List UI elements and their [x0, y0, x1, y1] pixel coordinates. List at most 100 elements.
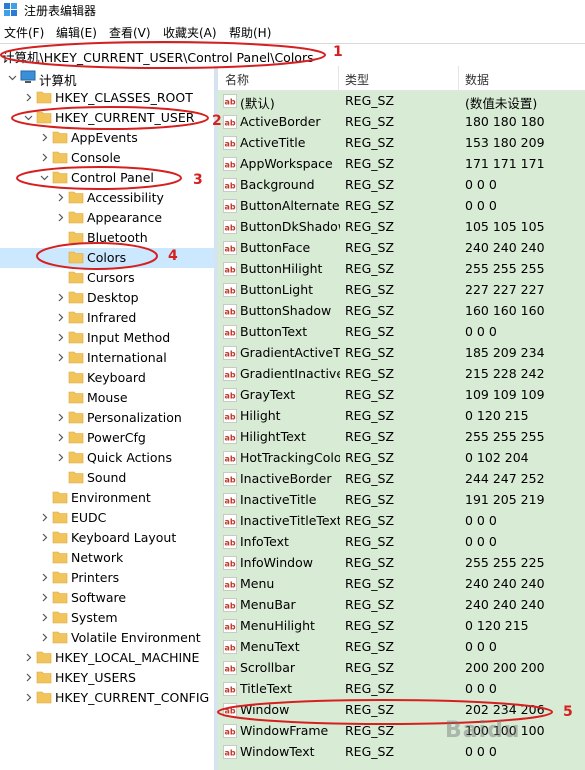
- tree-item[interactable]: HKEY_USERS: [0, 668, 214, 688]
- value-row[interactable]: ab MenuBar REG_SZ 240 240 240: [218, 595, 585, 616]
- value-row[interactable]: ab ButtonText REG_SZ 0 0 0: [218, 322, 585, 343]
- value-row[interactable]: ab InfoText REG_SZ 0 0 0: [218, 532, 585, 553]
- value-row[interactable]: ab InactiveBorder REG_SZ 244 247 252: [218, 469, 585, 490]
- tree-item[interactable]: Printers: [0, 568, 214, 588]
- value-row[interactable]: ab ButtonDkShadow REG_SZ 105 105 105: [218, 217, 585, 238]
- value-row[interactable]: ab Hilight REG_SZ 0 120 215: [218, 406, 585, 427]
- tree-item[interactable]: EUDC: [0, 508, 214, 528]
- tree-item[interactable]: Sound: [0, 468, 214, 488]
- chevron-right-icon[interactable]: [40, 633, 49, 642]
- tree-item[interactable]: Mouse: [0, 388, 214, 408]
- value-row[interactable]: ab InfoWindow REG_SZ 255 255 225: [218, 553, 585, 574]
- tree-item[interactable]: Colors: [0, 248, 214, 268]
- chevron-right-icon[interactable]: [40, 593, 49, 602]
- tree-item[interactable]: Infrared: [0, 308, 214, 328]
- key-tree[interactable]: 计算机 HKEY_CLASSES_ROOT HKEY_CURRENT_USER App…: [0, 66, 214, 770]
- tree-item[interactable]: AppEvents: [0, 128, 214, 148]
- chevron-right-icon[interactable]: [56, 293, 65, 302]
- value-row[interactable]: ab ButtonLight REG_SZ 227 227 227: [218, 280, 585, 301]
- value-row[interactable]: ab ButtonShadow REG_SZ 160 160 160: [218, 301, 585, 322]
- chevron-right-icon[interactable]: [56, 353, 65, 362]
- column-data[interactable]: 数据: [465, 71, 489, 88]
- address-bar[interactable]: 计算机\HKEY_CURRENT_USER\Control Panel\Colo…: [0, 43, 585, 67]
- value-row[interactable]: ab GradientInactiveTitle REG_SZ 215 228 242: [218, 364, 585, 385]
- value-row[interactable]: ab GradientActiveTitle REG_SZ 185 209 234: [218, 343, 585, 364]
- column-divider[interactable]: [458, 66, 459, 90]
- chevron-right-icon[interactable]: [40, 573, 49, 582]
- tree-item[interactable]: Personalization: [0, 408, 214, 428]
- tree-item[interactable]: 计算机: [0, 68, 214, 88]
- tree-item[interactable]: Environment: [0, 488, 214, 508]
- tree-item[interactable]: Input Method: [0, 328, 214, 348]
- value-row[interactable]: ab WindowFrame REG_SZ 100 100 100: [218, 721, 585, 742]
- chevron-right-icon[interactable]: [24, 653, 33, 662]
- menu-help[interactable]: 帮助(H): [229, 24, 271, 41]
- value-row[interactable]: ab ButtonFace REG_SZ 240 240 240: [218, 238, 585, 259]
- value-row[interactable]: ab Scrollbar REG_SZ 200 200 200: [218, 658, 585, 679]
- chevron-right-icon[interactable]: [24, 673, 33, 682]
- value-row[interactable]: ab TitleText REG_SZ 0 0 0: [218, 679, 585, 700]
- tree-item[interactable]: Keyboard: [0, 368, 214, 388]
- tree-item[interactable]: Appearance: [0, 208, 214, 228]
- tree-item[interactable]: Console: [0, 148, 214, 168]
- chevron-down-icon[interactable]: [8, 73, 17, 82]
- tree-item[interactable]: Accessibility: [0, 188, 214, 208]
- column-name[interactable]: 名称: [225, 71, 249, 88]
- menu-favorites[interactable]: 收藏夹(A): [163, 24, 217, 41]
- chevron-right-icon[interactable]: [24, 693, 33, 702]
- tree-item[interactable]: Quick Actions: [0, 448, 214, 468]
- chevron-right-icon[interactable]: [56, 433, 65, 442]
- chevron-right-icon[interactable]: [40, 533, 49, 542]
- tree-item[interactable]: Bluetooth: [0, 228, 214, 248]
- chevron-right-icon[interactable]: [40, 513, 49, 522]
- chevron-right-icon[interactable]: [56, 213, 65, 222]
- chevron-right-icon[interactable]: [56, 413, 65, 422]
- menu-view[interactable]: 查看(V): [109, 24, 151, 41]
- value-row[interactable]: ab MenuText REG_SZ 0 0 0: [218, 637, 585, 658]
- menu-file[interactable]: 文件(F): [4, 24, 44, 41]
- tree-item[interactable]: System: [0, 608, 214, 628]
- tree-item[interactable]: Software: [0, 588, 214, 608]
- column-type[interactable]: 类型: [345, 71, 369, 88]
- values-pane[interactable]: 名称 类型 数据 ab (默认) REG_SZ (数值未设置) ab ActiveBord…: [218, 66, 585, 770]
- tree-item[interactable]: Keyboard Layout: [0, 528, 214, 548]
- tree-item[interactable]: International: [0, 348, 214, 368]
- value-row[interactable]: ab GrayText REG_SZ 109 109 109: [218, 385, 585, 406]
- chevron-right-icon[interactable]: [56, 333, 65, 342]
- chevron-right-icon[interactable]: [40, 133, 49, 142]
- value-row[interactable]: ab ActiveBorder REG_SZ 180 180 180: [218, 112, 585, 133]
- value-row[interactable]: ab Background REG_SZ 0 0 0: [218, 175, 585, 196]
- chevron-right-icon[interactable]: [56, 453, 65, 462]
- value-row[interactable]: ab HotTrackingColor REG_SZ 0 102 204: [218, 448, 585, 469]
- chevron-down-icon[interactable]: [24, 113, 33, 122]
- chevron-right-icon[interactable]: [56, 193, 65, 202]
- tree-item[interactable]: Network: [0, 548, 214, 568]
- tree-item[interactable]: Control Panel: [0, 168, 214, 188]
- value-row[interactable]: ab Window REG_SZ 202 234 206: [218, 700, 585, 721]
- value-row[interactable]: ab InactiveTitleText REG_SZ 0 0 0: [218, 511, 585, 532]
- value-row[interactable]: ab AppWorkspace REG_SZ 171 171 171: [218, 154, 585, 175]
- value-row[interactable]: ab ActiveTitle REG_SZ 153 180 209: [218, 133, 585, 154]
- value-row[interactable]: ab Menu REG_SZ 240 240 240: [218, 574, 585, 595]
- chevron-right-icon[interactable]: [40, 153, 49, 162]
- chevron-right-icon[interactable]: [24, 93, 33, 102]
- value-row[interactable]: ab ButtonHilight REG_SZ 255 255 255: [218, 259, 585, 280]
- tree-item[interactable]: Volatile Environment: [0, 628, 214, 648]
- tree-item[interactable]: Cursors: [0, 268, 214, 288]
- value-row[interactable]: ab MenuHilight REG_SZ 0 120 215: [218, 616, 585, 637]
- tree-item[interactable]: HKEY_CLASSES_ROOT: [0, 88, 214, 108]
- tree-item[interactable]: HKEY_CURRENT_USER: [0, 108, 214, 128]
- chevron-down-icon[interactable]: [40, 173, 49, 182]
- tree-item[interactable]: HKEY_CURRENT_CONFIG: [0, 688, 214, 708]
- menu-edit[interactable]: 编辑(E): [56, 24, 97, 41]
- tree-item[interactable]: PowerCfg: [0, 428, 214, 448]
- chevron-right-icon[interactable]: [40, 613, 49, 622]
- chevron-right-icon[interactable]: [56, 313, 65, 322]
- value-row[interactable]: ab (默认) REG_SZ (数值未设置): [218, 91, 585, 112]
- value-row[interactable]: ab HilightText REG_SZ 255 255 255: [218, 427, 585, 448]
- tree-item[interactable]: Desktop: [0, 288, 214, 308]
- value-row[interactable]: ab WindowText REG_SZ 0 0 0: [218, 742, 585, 763]
- value-row[interactable]: ab ButtonAlternateFace REG_SZ 0 0 0: [218, 196, 585, 217]
- column-divider[interactable]: [338, 66, 339, 90]
- value-row[interactable]: ab InactiveTitle REG_SZ 191 205 219: [218, 490, 585, 511]
